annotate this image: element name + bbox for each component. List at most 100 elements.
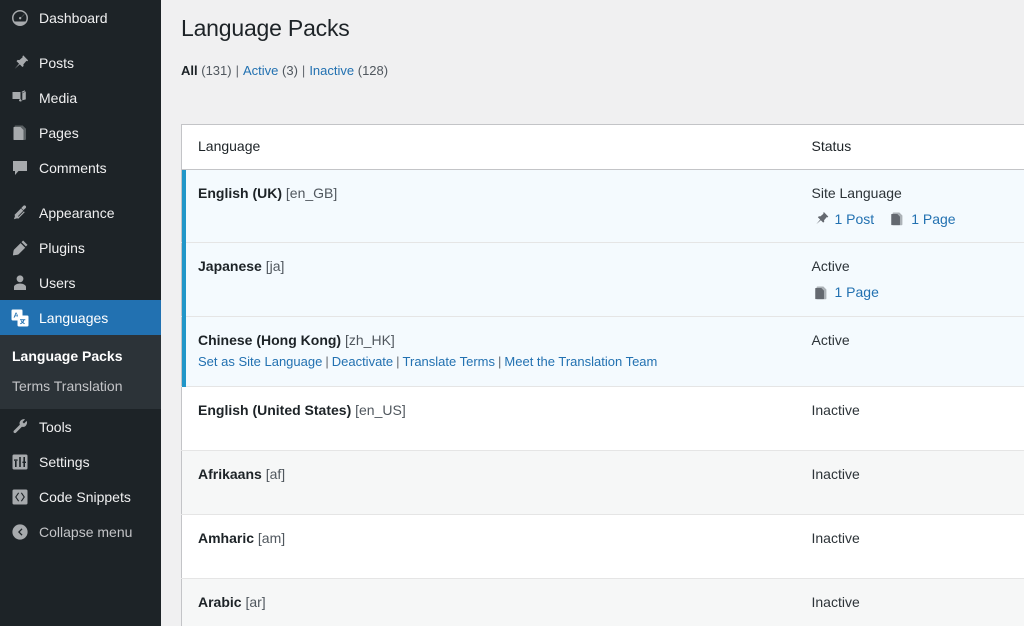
count-link[interactable]: 1 Page bbox=[911, 209, 955, 229]
sidebar-item-posts[interactable]: Posts bbox=[0, 45, 161, 80]
sidebar-item-appearance[interactable]: Appearance bbox=[0, 195, 161, 230]
cell-language: Arabic [ar] bbox=[181, 578, 796, 626]
filter-active: Active (3) bbox=[243, 63, 298, 78]
column-header-language[interactable]: Language bbox=[181, 124, 796, 170]
wp-admin-screen: Dashboard Posts Media Pages Comments Appearan… bbox=[0, 0, 1024, 626]
language-code: [ja] bbox=[265, 258, 285, 275]
languages-submenu: Language Packs Terms Translation bbox=[0, 335, 161, 409]
sidebar-item-label: Posts bbox=[39, 54, 75, 71]
table-row[interactable]: English (United States) [en_US] Inactive bbox=[181, 386, 1024, 451]
count-item: 1 Page bbox=[888, 209, 956, 229]
filter-count-inactive: (128) bbox=[357, 62, 389, 78]
pages-icon bbox=[888, 210, 906, 228]
sidebar-item-pages[interactable]: Pages bbox=[0, 115, 161, 150]
sidebar-item-code-snippets[interactable]: Code Snippets bbox=[0, 479, 161, 514]
filter-link-active[interactable]: Active bbox=[243, 63, 278, 78]
brush-icon bbox=[10, 203, 30, 223]
sidebar-item-label: Settings bbox=[39, 453, 90, 470]
language-code: [en_US] bbox=[355, 401, 406, 418]
filter-link-all[interactable]: All bbox=[181, 63, 198, 78]
filter-count-active: (3) bbox=[282, 62, 298, 78]
sidebar-item-comments[interactable]: Comments bbox=[0, 150, 161, 185]
pin-icon bbox=[10, 53, 30, 73]
row-actions: Set as Site Language | Deactivate | Translat… bbox=[198, 352, 786, 373]
status-text: Inactive bbox=[811, 465, 860, 482]
page-title: Language Packs bbox=[181, 15, 350, 41]
language-code: [ar] bbox=[245, 593, 266, 610]
sidebar-item-tools[interactable]: Tools bbox=[0, 409, 161, 444]
filter-divider: | bbox=[235, 62, 239, 78]
collapse-arrow-icon bbox=[10, 522, 30, 542]
sidebar-item-label: Users bbox=[39, 274, 76, 291]
table-row[interactable]: Chinese (Hong Kong) [zh_HK] Set as Site L… bbox=[181, 316, 1024, 387]
user-icon bbox=[10, 273, 30, 293]
row-action-set-as-site-language[interactable]: Set as Site Language bbox=[198, 354, 322, 369]
row-action-deactivate[interactable]: Deactivate bbox=[332, 354, 393, 369]
status-text: Active bbox=[811, 258, 850, 275]
filter-link-inactive[interactable]: Inactive bbox=[309, 63, 354, 78]
table-row[interactable]: Afrikaans [af] Inactive bbox=[181, 450, 1024, 515]
action-separator: | bbox=[396, 354, 400, 370]
cell-status: Site Language 1 Post 1 Page bbox=[795, 169, 1024, 244]
status-text: Active bbox=[811, 331, 850, 348]
sidebar-item-settings[interactable]: Settings bbox=[0, 444, 161, 479]
table-row[interactable]: English (UK) [en_GB] Site Language 1 Post 1… bbox=[181, 169, 1024, 244]
cell-status: Inactive bbox=[795, 386, 1024, 451]
filter-divider: | bbox=[301, 62, 306, 78]
sidebar-item-label: Comments bbox=[39, 159, 107, 176]
language-name: English (UK) bbox=[198, 184, 282, 201]
cell-language: Amharic [am] bbox=[181, 514, 796, 579]
table-row[interactable]: Amharic [am] Inactive bbox=[181, 514, 1024, 579]
main-content: Language Packs All (131) | Active (3) | Inac… bbox=[161, 0, 1024, 626]
sidebar-item-users[interactable]: Users bbox=[0, 265, 161, 300]
status-text: Site Language bbox=[811, 184, 902, 201]
plugin-icon bbox=[10, 238, 30, 258]
filter-all: All (131) bbox=[181, 63, 232, 78]
cell-language: Afrikaans [af] bbox=[181, 450, 796, 515]
count-link[interactable]: 1 Post bbox=[835, 209, 875, 229]
sidebar-item-label: Plugins bbox=[39, 239, 85, 256]
row-action-meet-the-translation-team[interactable]: Meet the Translation Team bbox=[504, 354, 657, 369]
submenu-item-language-packs[interactable]: Language Packs bbox=[0, 341, 161, 371]
collapse-menu-button[interactable]: Collapse menu bbox=[0, 514, 161, 549]
menu-divider bbox=[0, 35, 161, 45]
sliders-icon bbox=[10, 452, 30, 472]
menu-divider bbox=[0, 185, 161, 195]
cell-status: Inactive bbox=[795, 514, 1024, 579]
cell-language: Chinese (Hong Kong) [zh_HK] Set as Site L… bbox=[181, 316, 796, 387]
pages-icon bbox=[10, 123, 30, 143]
admin-sidebar: Dashboard Posts Media Pages Comments Appearan… bbox=[0, 0, 161, 626]
submenu-item-terms-translation[interactable]: Terms Translation bbox=[0, 371, 161, 401]
wrench-icon bbox=[10, 417, 30, 437]
language-code: [af] bbox=[265, 465, 286, 482]
status-text: Inactive bbox=[811, 401, 860, 418]
language-code: [en_GB] bbox=[285, 184, 338, 201]
pages-icon bbox=[812, 284, 830, 302]
sidebar-item-label: Tools bbox=[39, 418, 72, 435]
action-separator: | bbox=[498, 354, 502, 370]
count-link[interactable]: 1 Page bbox=[835, 282, 879, 302]
sidebar-item-label: Languages bbox=[39, 309, 109, 326]
column-header-status[interactable]: Status bbox=[795, 124, 1024, 170]
code-icon bbox=[10, 487, 30, 507]
language-name: Amharic bbox=[198, 529, 255, 546]
sidebar-item-plugins[interactable]: Plugins bbox=[0, 230, 161, 265]
status-text: Inactive bbox=[811, 593, 860, 610]
sidebar-item-media[interactable]: Media bbox=[0, 80, 161, 115]
cell-language: English (United States) [en_US] bbox=[181, 386, 796, 451]
table-body: English (UK) [en_GB] Site Language 1 Post 1… bbox=[181, 169, 1024, 626]
sidebar-item-label: Pages bbox=[39, 124, 79, 141]
table-head: Language Status bbox=[181, 124, 1024, 170]
language-packs-table: Language Status English (UK) [en_GB] Site… bbox=[181, 124, 1024, 626]
sidebar-item-languages[interactable]: Languages bbox=[0, 300, 161, 335]
sidebar-item-dashboard[interactable]: Dashboard bbox=[0, 0, 161, 35]
language-table-container: Language Status English (UK) [en_GB] Site… bbox=[181, 124, 1024, 626]
cell-language: Japanese [ja] bbox=[181, 242, 796, 317]
sidebar-item-label: Appearance bbox=[39, 204, 115, 221]
language-name: Japanese bbox=[198, 258, 262, 275]
table-row[interactable]: Japanese [ja] Active 1 Page bbox=[181, 242, 1024, 317]
row-action-translate-terms[interactable]: Translate Terms bbox=[403, 354, 495, 369]
media-icon bbox=[10, 88, 30, 108]
pin-icon bbox=[812, 210, 830, 228]
table-row[interactable]: Arabic [ar] Inactive bbox=[181, 578, 1024, 626]
